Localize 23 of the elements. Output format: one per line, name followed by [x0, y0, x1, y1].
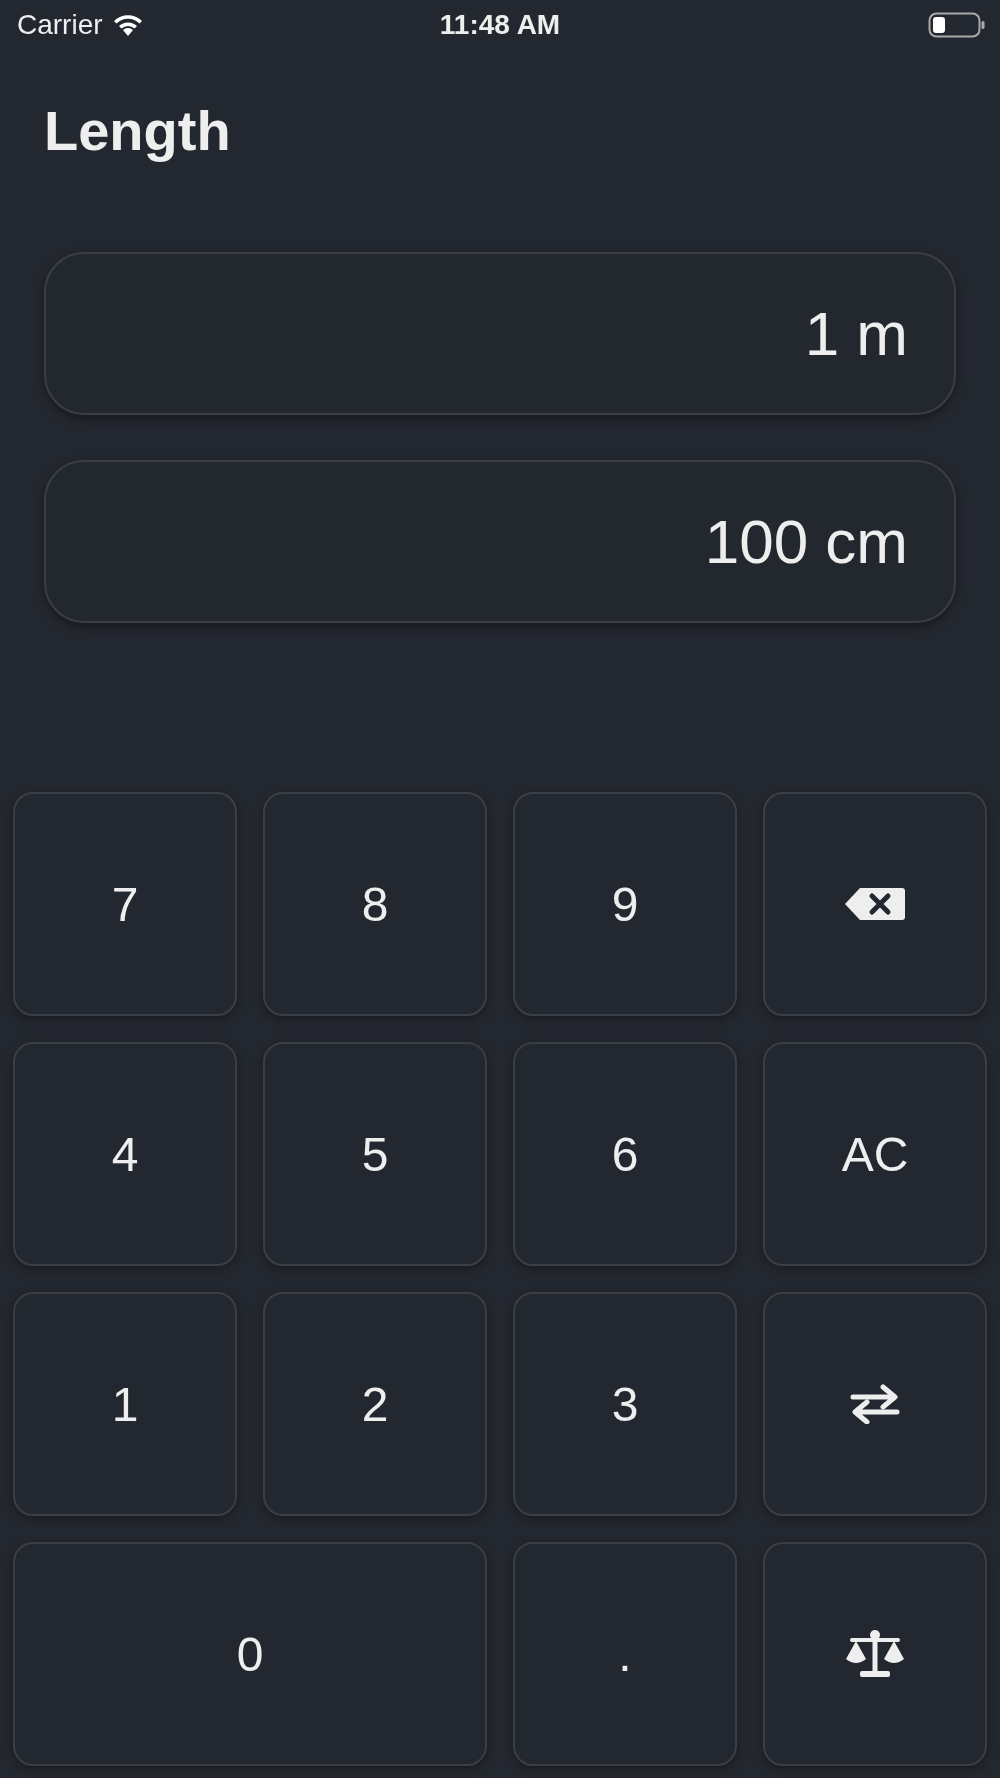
key-button[interactable]: 4: [13, 1042, 237, 1266]
key-button[interactable]: .: [513, 1542, 737, 1766]
key-button[interactable]: 8: [263, 792, 487, 1016]
clock-time: 11:48 AM: [439, 9, 561, 41]
value-display[interactable]: 1 m: [44, 252, 956, 415]
carrier-name: Carrier: [17, 9, 103, 41]
key-button[interactable]: 2: [263, 1292, 487, 1516]
value-display[interactable]: 100 cm: [44, 460, 956, 623]
backspace-button[interactable]: [763, 792, 987, 1016]
key-button[interactable]: 6: [513, 1042, 737, 1266]
key-button[interactable]: 7: [13, 792, 237, 1016]
swap-arrows-icon: [849, 1384, 901, 1424]
page-title: Length: [44, 98, 232, 164]
backspace-icon: [844, 886, 906, 922]
key-button[interactable]: 5: [263, 1042, 487, 1266]
battery-icon: [928, 11, 986, 39]
key-button[interactable]: AC: [763, 1042, 987, 1266]
key-button[interactable]: 3: [513, 1292, 737, 1516]
key-button[interactable]: 9: [513, 792, 737, 1016]
key-button[interactable]: 1: [13, 1292, 237, 1516]
scale-icon: [844, 1629, 906, 1679]
scale-button[interactable]: [763, 1542, 987, 1766]
key-button[interactable]: 0: [13, 1542, 487, 1766]
